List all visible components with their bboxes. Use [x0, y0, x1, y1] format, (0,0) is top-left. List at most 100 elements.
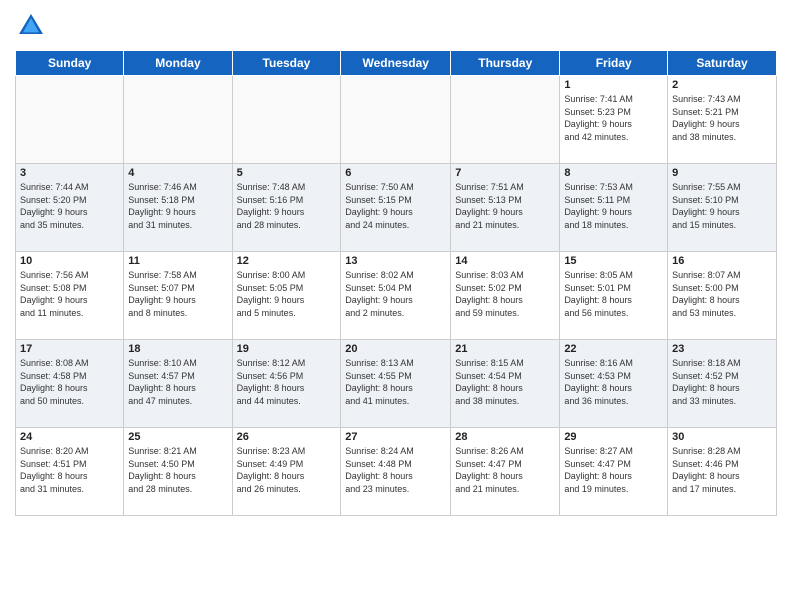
calendar-cell: 13Sunrise: 8:02 AMSunset: 5:04 PMDayligh… [341, 252, 451, 340]
calendar-cell [124, 76, 232, 164]
calendar-cell: 5Sunrise: 7:48 AMSunset: 5:16 PMDaylight… [232, 164, 341, 252]
calendar-cell: 22 Sunrise: 8:16 AMSunset: 4:53 PMDayligh… [560, 340, 668, 428]
day-info: Sunrise: 8:08 AMSunset: 4:58 PMDaylight:… [20, 357, 119, 407]
day-number: 30 [672, 431, 772, 443]
calendar-cell: 29 Sunrise: 8:27 AMSunset: 4:47 PMDayligh… [560, 428, 668, 516]
day-info: Sunrise: 7:43 AMSunset: 5:21 PMDaylight:… [672, 93, 772, 143]
calendar-cell: 23Sunrise: 8:18 AMSunset: 4:52 PMDayligh… [668, 340, 777, 428]
day-number: 28 [455, 431, 555, 443]
calendar-cell [451, 76, 560, 164]
day-number: 10 [20, 255, 119, 267]
day-info: Sunrise: 8:10 AMSunset: 4:57 PMDaylight:… [128, 357, 227, 407]
day-number: 2 [672, 79, 772, 91]
calendar-cell: 21 Sunrise: 8:15 AMSunset: 4:54 PMDayligh… [451, 340, 560, 428]
day-info: Sunrise: 8:12 AMSunset: 4:56 PMDaylight:… [237, 357, 337, 407]
day-number: 3 [20, 167, 119, 179]
day-number: 29 [564, 431, 663, 443]
calendar-cell: 8Sunrise: 7:53 AMSunset: 5:11 PMDaylight… [560, 164, 668, 252]
weekday-header: Wednesday [341, 51, 451, 76]
day-info: Sunrise: 8:03 AMSunset: 5:02 PMDaylight:… [455, 269, 555, 319]
day-info: Sunrise: 8:23 AMSunset: 4:49 PMDaylight:… [237, 445, 337, 495]
calendar-cell: 6 Sunrise: 7:50 AMSunset: 5:15 PMDaylight… [341, 164, 451, 252]
day-info: Sunrise: 8:24 AMSunset: 4:48 PMDaylight:… [345, 445, 446, 495]
day-number: 5 [237, 167, 337, 179]
calendar-cell: 19 Sunrise: 8:12 AMSunset: 4:56 PMDayligh… [232, 340, 341, 428]
day-info: Sunrise: 8:18 AMSunset: 4:52 PMDaylight:… [672, 357, 772, 407]
calendar-cell: 17Sunrise: 8:08 AMSunset: 4:58 PMDayligh… [16, 340, 124, 428]
weekday-header: Saturday [668, 51, 777, 76]
day-info: Sunrise: 7:51 AMSunset: 5:13 PMDaylight:… [455, 181, 555, 231]
day-number: 12 [237, 255, 337, 267]
calendar-cell: 7 Sunrise: 7:51 AMSunset: 5:13 PMDaylight… [451, 164, 560, 252]
day-number: 11 [128, 255, 227, 267]
day-number: 22 [564, 343, 663, 355]
day-number: 6 [345, 167, 446, 179]
day-info: Sunrise: 7:41 AMSunset: 5:23 PMDaylight:… [564, 93, 663, 143]
day-info: Sunrise: 8:07 AMSunset: 5:00 PMDaylight:… [672, 269, 772, 319]
day-info: Sunrise: 7:56 AMSunset: 5:08 PMDaylight:… [20, 269, 119, 319]
calendar-cell: 3 Sunrise: 7:44 AMSunset: 5:20 PMDaylight… [16, 164, 124, 252]
day-info: Sunrise: 7:46 AMSunset: 5:18 PMDaylight:… [128, 181, 227, 231]
calendar-cell: 24 Sunrise: 8:20 AMSunset: 4:51 PMDayligh… [16, 428, 124, 516]
day-info: Sunrise: 7:50 AMSunset: 5:15 PMDaylight:… [345, 181, 446, 231]
calendar-cell: 9 Sunrise: 7:55 AMSunset: 5:10 PMDaylight… [668, 164, 777, 252]
calendar-cell: 14 Sunrise: 8:03 AMSunset: 5:02 PMDayligh… [451, 252, 560, 340]
calendar-cell: 26 Sunrise: 8:23 AMSunset: 4:49 PMDayligh… [232, 428, 341, 516]
day-info: Sunrise: 7:55 AMSunset: 5:10 PMDaylight:… [672, 181, 772, 231]
day-number: 7 [455, 167, 555, 179]
weekday-header: Thursday [451, 51, 560, 76]
day-number: 14 [455, 255, 555, 267]
logo-icon [15, 10, 47, 42]
calendar-cell [232, 76, 341, 164]
weekday-header: Sunday [16, 51, 124, 76]
day-info: Sunrise: 8:20 AMSunset: 4:51 PMDaylight:… [20, 445, 119, 495]
day-number: 8 [564, 167, 663, 179]
calendar-cell: 28 Sunrise: 8:26 AMSunset: 4:47 PMDayligh… [451, 428, 560, 516]
calendar-cell: 16 Sunrise: 8:07 AMSunset: 5:00 PMDayligh… [668, 252, 777, 340]
calendar-week-row: 1 Sunrise: 7:41 AMSunset: 5:23 PMDaylight… [16, 76, 777, 164]
day-info: Sunrise: 8:16 AMSunset: 4:53 PMDaylight:… [564, 357, 663, 407]
calendar-cell [341, 76, 451, 164]
day-info: Sunrise: 7:58 AMSunset: 5:07 PMDaylight:… [128, 269, 227, 319]
day-number: 16 [672, 255, 772, 267]
day-number: 19 [237, 343, 337, 355]
weekday-header: Friday [560, 51, 668, 76]
calendar-week-row: 3 Sunrise: 7:44 AMSunset: 5:20 PMDaylight… [16, 164, 777, 252]
calendar-table: SundayMondayTuesdayWednesdayThursdayFrid… [15, 50, 777, 516]
calendar-cell [16, 76, 124, 164]
calendar-cell: 25 Sunrise: 8:21 AMSunset: 4:50 PMDayligh… [124, 428, 232, 516]
calendar-cell: 1 Sunrise: 7:41 AMSunset: 5:23 PMDaylight… [560, 76, 668, 164]
day-info: Sunrise: 8:27 AMSunset: 4:47 PMDaylight:… [564, 445, 663, 495]
day-info: Sunrise: 7:44 AMSunset: 5:20 PMDaylight:… [20, 181, 119, 231]
day-number: 15 [564, 255, 663, 267]
header [15, 10, 777, 42]
day-number: 27 [345, 431, 446, 443]
calendar-cell: 4Sunrise: 7:46 AMSunset: 5:18 PMDaylight… [124, 164, 232, 252]
day-info: Sunrise: 8:28 AMSunset: 4:46 PMDaylight:… [672, 445, 772, 495]
day-number: 26 [237, 431, 337, 443]
day-info: Sunrise: 8:21 AMSunset: 4:50 PMDaylight:… [128, 445, 227, 495]
day-number: 13 [345, 255, 446, 267]
calendar-week-row: 17Sunrise: 8:08 AMSunset: 4:58 PMDayligh… [16, 340, 777, 428]
day-info: Sunrise: 8:05 AMSunset: 5:01 PMDaylight:… [564, 269, 663, 319]
day-number: 24 [20, 431, 119, 443]
day-number: 1 [564, 79, 663, 91]
logo [15, 10, 51, 42]
calendar-cell: 10 Sunrise: 7:56 AMSunset: 5:08 PMDayligh… [16, 252, 124, 340]
calendar-week-row: 24 Sunrise: 8:20 AMSunset: 4:51 PMDayligh… [16, 428, 777, 516]
page: SundayMondayTuesdayWednesdayThursdayFrid… [0, 0, 792, 612]
calendar-cell: 18Sunrise: 8:10 AMSunset: 4:57 PMDayligh… [124, 340, 232, 428]
day-number: 20 [345, 343, 446, 355]
day-info: Sunrise: 8:00 AMSunset: 5:05 PMDaylight:… [237, 269, 337, 319]
day-info: Sunrise: 8:15 AMSunset: 4:54 PMDaylight:… [455, 357, 555, 407]
day-number: 25 [128, 431, 227, 443]
calendar-cell: 15 Sunrise: 8:05 AMSunset: 5:01 PMDayligh… [560, 252, 668, 340]
weekday-header-row: SundayMondayTuesdayWednesdayThursdayFrid… [16, 51, 777, 76]
day-number: 9 [672, 167, 772, 179]
calendar-cell: 2 Sunrise: 7:43 AMSunset: 5:21 PMDaylight… [668, 76, 777, 164]
calendar-cell: 11 Sunrise: 7:58 AMSunset: 5:07 PMDayligh… [124, 252, 232, 340]
weekday-header: Tuesday [232, 51, 341, 76]
day-info: Sunrise: 8:26 AMSunset: 4:47 PMDaylight:… [455, 445, 555, 495]
day-number: 21 [455, 343, 555, 355]
weekday-header: Monday [124, 51, 232, 76]
